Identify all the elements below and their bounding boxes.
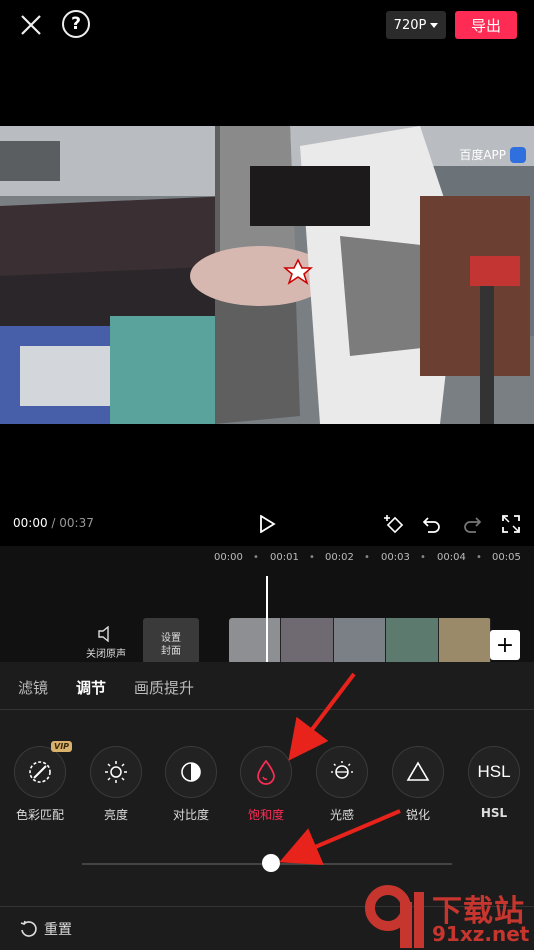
arrow-to-saturation [288,672,356,761]
annotation-arrows [279,672,401,866]
arrow-to-slider [279,809,401,866]
